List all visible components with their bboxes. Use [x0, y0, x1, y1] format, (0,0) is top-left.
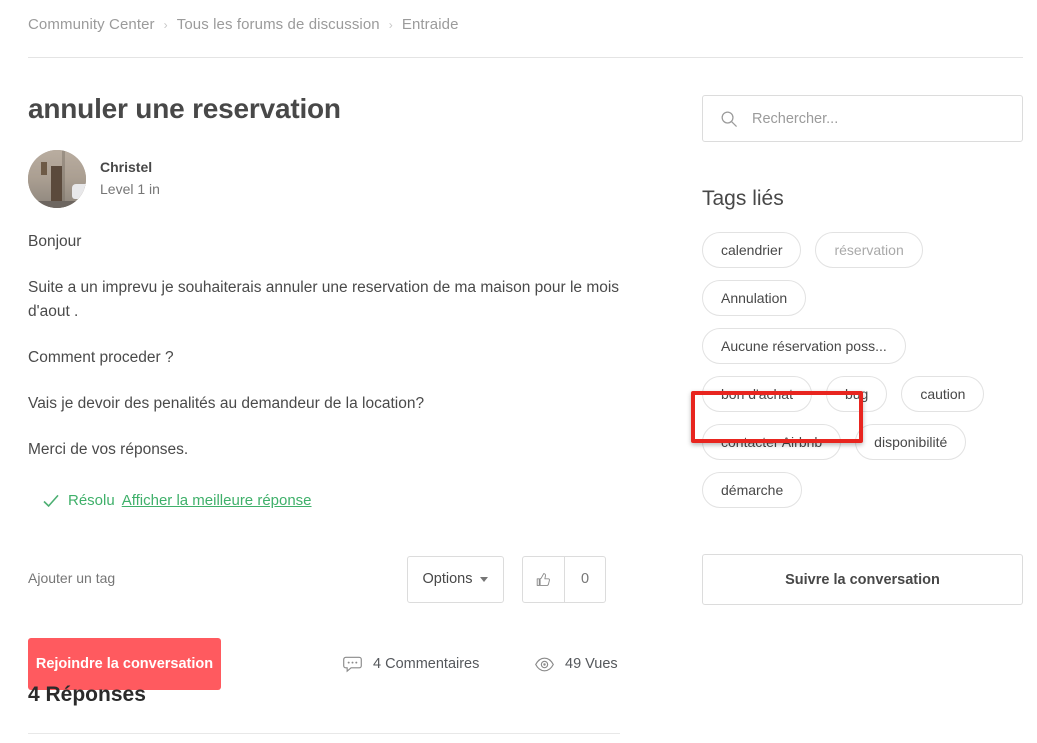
post-paragraph: Bonjour: [28, 232, 82, 250]
breadcrumb-item-all-forums[interactable]: Tous les forums de discussion: [177, 16, 380, 33]
check-icon: [42, 492, 60, 510]
comments-stat[interactable]: 4 Commentaires: [342, 654, 479, 675]
options-button[interactable]: Options: [407, 555, 504, 603]
post-paragraph: Vais je devoir des penalités au demandeu…: [28, 394, 425, 412]
post-paragraph: Suite a un imprevu je souhaiterais annul…: [28, 278, 620, 320]
post-body: Bonjour Suite a un imprevu je souhaitera…: [28, 230, 648, 462]
tag-pill-aucune-reservation[interactable]: Aucune réservation poss...: [702, 328, 906, 364]
breadcrumb-separator-icon: ›: [163, 17, 168, 32]
post-paragraph: Comment proceder ?: [28, 348, 174, 366]
sidebar: Tags liés calendrier réservation Annulat…: [702, 95, 1023, 605]
resolved-label: Résolu: [68, 492, 115, 510]
views-stat-label: 49 Vues: [565, 656, 618, 673]
resolved-row: Résolu Afficher la meilleure réponse: [42, 492, 648, 510]
post-paragraph: Merci de vos réponses.: [28, 440, 189, 458]
thumbs-up-icon: [536, 572, 550, 586]
show-best-answer-link[interactable]: Afficher la meilleure réponse: [122, 492, 312, 509]
replies-divider: [28, 733, 620, 734]
author-block: Christel Level 1 in: [28, 149, 648, 208]
like-group: 0: [522, 555, 606, 603]
search-input[interactable]: [750, 109, 1000, 128]
tag-cloud: calendrier réservation Annulation Aucune…: [702, 232, 1023, 508]
search-box[interactable]: [702, 95, 1023, 142]
page-title: annuler une reservation: [28, 93, 341, 124]
tags-heading: Tags liés: [702, 187, 784, 210]
search-icon: [720, 110, 738, 128]
views-stat: 49 Vues: [534, 654, 618, 675]
follow-conversation-button[interactable]: Suivre la conversation: [702, 554, 1023, 605]
header-divider: [28, 57, 1023, 58]
forum-post-page: Community Center › Tous les forums de di…: [0, 0, 1037, 743]
tag-pill-demarche[interactable]: démarche: [702, 472, 803, 508]
options-button-label: Options: [422, 571, 473, 588]
breadcrumb-item-community-center[interactable]: Community Center: [28, 16, 155, 33]
eye-icon: [534, 654, 555, 675]
tag-pill-annulation[interactable]: Annulation: [702, 280, 807, 316]
like-button[interactable]: [523, 557, 564, 602]
author-name[interactable]: Christel: [100, 157, 160, 178]
tag-pill-caution[interactable]: caution: [901, 376, 985, 412]
breadcrumb-separator-icon: ›: [388, 17, 393, 32]
tag-pill-bon-dachat[interactable]: bon d'achat: [702, 376, 812, 412]
add-tag-button[interactable]: Ajouter un tag: [28, 570, 115, 586]
tag-pill-contacter-airbnb[interactable]: contacter Airbnb: [702, 424, 842, 460]
join-conversation-button[interactable]: Rejoindre la conversation: [28, 637, 221, 690]
replies-section: 4 Réponses: [28, 683, 648, 734]
comment-bubble-icon: [342, 654, 363, 675]
replies-heading: 4 Réponses: [28, 683, 146, 706]
breadcrumb: Community Center › Tous les forums de di…: [28, 16, 459, 33]
breadcrumb-item-entraide[interactable]: Entraide: [402, 16, 459, 33]
avatar[interactable]: [28, 149, 86, 208]
post-actions: Ajouter un tag Options 0: [28, 555, 648, 604]
chevron-down-icon: [480, 576, 489, 582]
like-count: 0: [564, 556, 605, 602]
tag-pill-bug[interactable]: bug: [825, 376, 888, 412]
comments-stat-label: 4 Commentaires: [373, 656, 480, 673]
author-level: Level 1 in: [100, 180, 160, 197]
tag-pill-reservation[interactable]: réservation: [815, 232, 923, 268]
main-content: annuler une reservation Christel Level 1…: [28, 92, 648, 694]
tag-pill-calendrier[interactable]: calendrier: [702, 232, 802, 268]
tag-pill-disponibilite[interactable]: disponibilité: [855, 424, 967, 460]
